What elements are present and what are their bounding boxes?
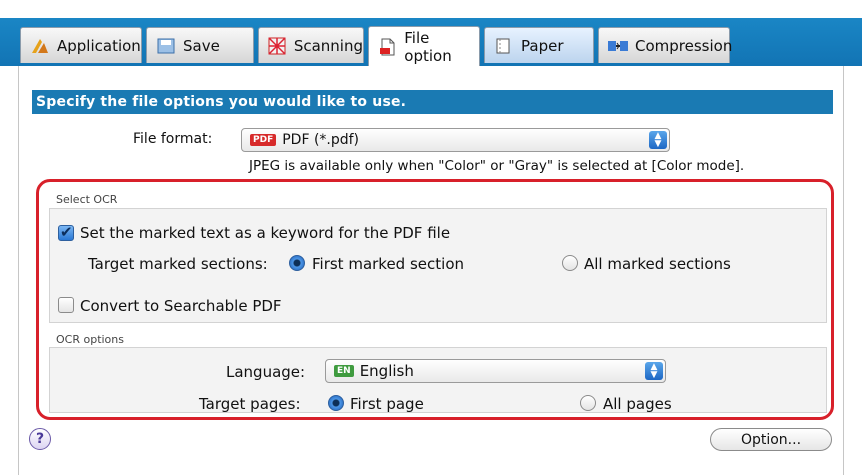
tab-file-option[interactable]: File option (368, 26, 480, 66)
stepper-icon: ▲ ▼ (649, 131, 667, 149)
tab-compression[interactable]: Compression (598, 27, 733, 63)
tab-application[interactable]: Application (20, 27, 142, 63)
file-format-value: PDF (*.pdf) (282, 132, 360, 148)
tab-label: Save (183, 36, 220, 55)
tab-save[interactable]: Save (146, 27, 254, 63)
tab-scanning[interactable]: Scanning (258, 27, 364, 63)
tab-label: File option (404, 28, 452, 65)
tab-label: Compression (635, 36, 733, 55)
option-button[interactable]: Option... (710, 428, 832, 451)
paper-icon (493, 36, 515, 56)
file-option-icon (377, 37, 398, 57)
file-format-note: JPEG is available only when "Color" or "… (249, 158, 745, 174)
pdf-icon: PDF (250, 134, 277, 146)
highlight-box (36, 179, 834, 420)
compression-icon (607, 36, 629, 56)
save-icon (155, 36, 177, 56)
section-header: Specify the file options you would like … (32, 90, 833, 114)
tab-label: Application (57, 36, 141, 55)
help-icon[interactable]: ? (29, 428, 51, 450)
application-icon (29, 36, 51, 56)
tab-label: Scanning (293, 36, 363, 55)
file-format-select[interactable]: PDF PDF (*.pdf) ▲ ▼ (241, 128, 670, 152)
tab-label: Paper (521, 36, 564, 55)
scanning-icon (267, 36, 288, 56)
tab-paper[interactable]: Paper (484, 27, 594, 63)
file-format-label: File format: (133, 131, 213, 147)
